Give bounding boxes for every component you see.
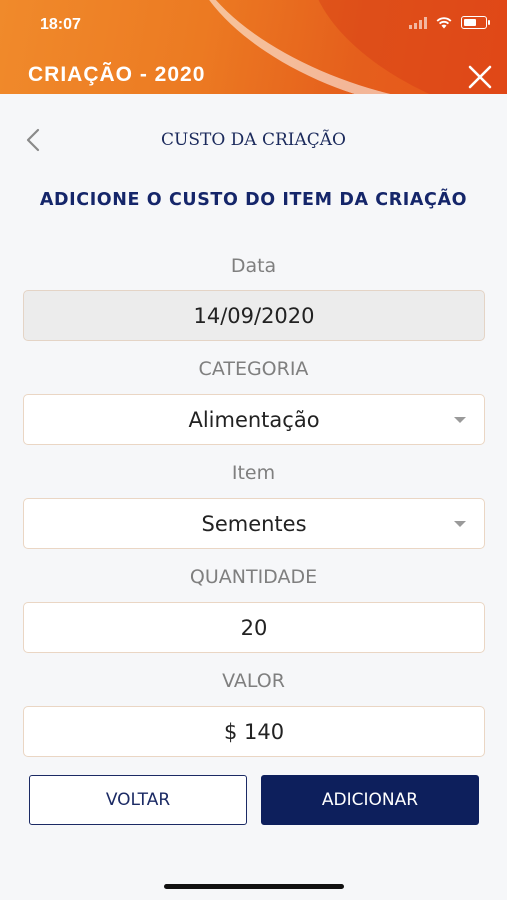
quantity-value: 20 bbox=[240, 615, 268, 640]
wifi-icon bbox=[436, 17, 452, 29]
section-title: ADICIONE O CUSTO DO ITEM DA CRIAÇÃO bbox=[39, 190, 468, 210]
status-icons bbox=[409, 16, 490, 29]
quantity-label: QUANTIDADE bbox=[189, 566, 318, 588]
screen-title: CUSTO DA CRIAÇÃO bbox=[161, 130, 346, 150]
close-icon[interactable] bbox=[467, 64, 493, 90]
header-decoration-stripe bbox=[156, 0, 507, 94]
category-value: Alimentação bbox=[188, 407, 320, 432]
quantity-input[interactable]: 20 bbox=[23, 602, 485, 653]
date-value: 14/09/2020 bbox=[193, 303, 315, 328]
value-amount: $ 140 bbox=[223, 719, 285, 744]
app-header: 18:07 CRIAÇÃO - 2020 bbox=[0, 0, 507, 94]
category-label: CATEGORIA bbox=[198, 358, 309, 380]
battery-icon bbox=[461, 16, 490, 29]
cellular-signal-icon bbox=[409, 16, 427, 29]
add-button[interactable]: ADICIONAR bbox=[261, 775, 479, 825]
date-field[interactable]: 14/09/2020 bbox=[23, 290, 485, 341]
item-label: Item bbox=[231, 462, 276, 484]
value-label: VALOR bbox=[222, 670, 285, 692]
back-button-label: VOLTAR bbox=[105, 790, 171, 810]
add-button-label: ADICIONAR bbox=[321, 790, 419, 810]
date-label: Data bbox=[230, 255, 277, 277]
back-button[interactable]: VOLTAR bbox=[29, 775, 247, 825]
home-indicator[interactable] bbox=[164, 884, 344, 889]
caret-down-icon bbox=[454, 417, 466, 423]
app-title: CRIAÇÃO - 2020 bbox=[28, 63, 206, 86]
status-time: 18:07 bbox=[40, 16, 81, 33]
item-select[interactable]: Sementes bbox=[23, 498, 485, 549]
value-input[interactable]: $ 140 bbox=[23, 706, 485, 757]
category-select[interactable]: Alimentação bbox=[23, 394, 485, 445]
item-value: Sementes bbox=[201, 511, 307, 536]
caret-down-icon bbox=[454, 521, 466, 527]
